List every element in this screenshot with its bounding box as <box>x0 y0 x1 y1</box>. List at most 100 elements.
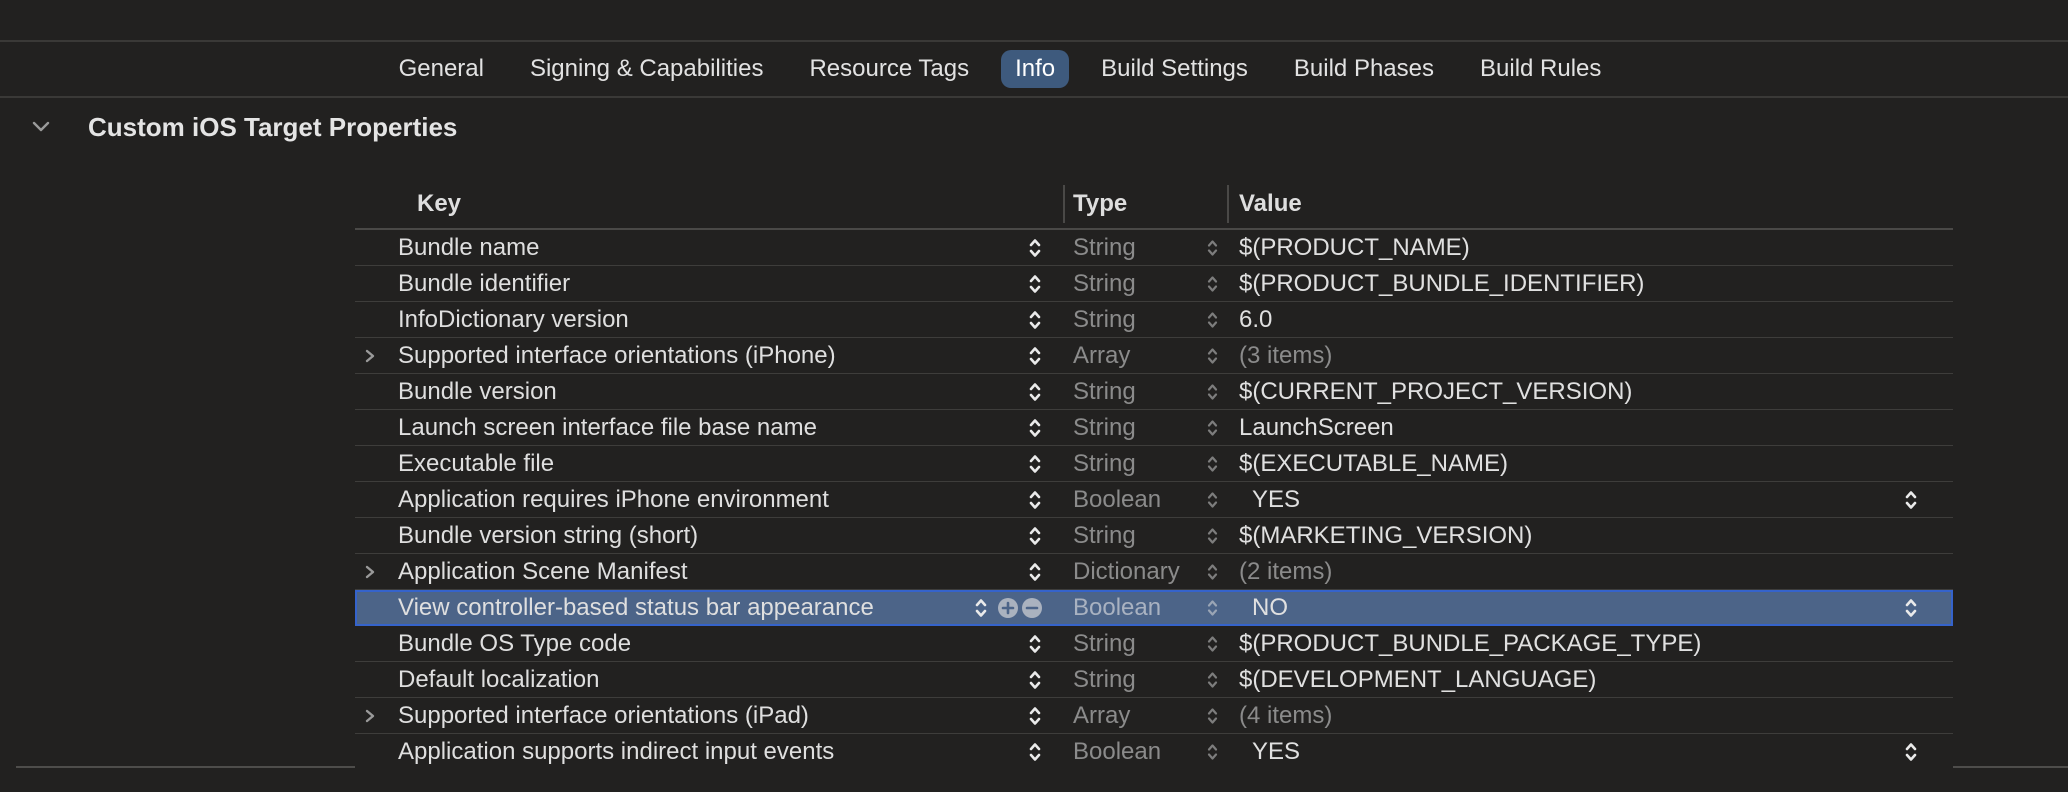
type-label[interactable]: String <box>1073 416 1136 440</box>
table-row[interactable]: InfoDictionary version String 6.0 <box>355 302 1953 338</box>
table-row[interactable]: Application Scene Manifest Dictionary (2… <box>355 554 1953 590</box>
key-popup-updown-icon[interactable] <box>1027 488 1043 512</box>
type-label[interactable]: Boolean <box>1073 488 1161 512</box>
type-label[interactable]: Array <box>1073 704 1130 728</box>
table-row[interactable]: Bundle OS Type code String $(PRODUCT_BUN… <box>355 626 1953 662</box>
type-label[interactable]: String <box>1073 380 1136 404</box>
key-label[interactable]: Application supports indirect input even… <box>398 740 834 764</box>
key-popup-updown-icon[interactable] <box>1027 380 1043 404</box>
value-label[interactable]: YES <box>1252 488 1300 512</box>
key-popup-updown-icon[interactable] <box>1027 344 1043 368</box>
key-popup-updown-icon[interactable] <box>1027 560 1043 584</box>
type-label[interactable]: String <box>1073 668 1136 692</box>
key-label[interactable]: Bundle name <box>398 236 539 260</box>
key-label[interactable]: Bundle identifier <box>398 272 570 296</box>
type-label[interactable]: String <box>1073 236 1136 260</box>
key-popup-updown-icon[interactable] <box>1027 524 1043 548</box>
table-row[interactable]: Launch screen interface file base name S… <box>355 410 1953 446</box>
type-popup-updown-icon[interactable] <box>1205 273 1220 295</box>
type-label[interactable]: String <box>1073 632 1136 656</box>
key-popup-updown-icon[interactable] <box>1027 740 1043 764</box>
key-label[interactable]: Bundle OS Type code <box>398 632 631 656</box>
key-popup-updown-icon[interactable] <box>1027 308 1043 332</box>
tab-build-settings[interactable]: Build Settings <box>1087 50 1262 88</box>
key-label[interactable]: Bundle version <box>398 380 557 404</box>
table-row[interactable]: Supported interface orientations (iPhone… <box>355 338 1953 374</box>
type-popup-updown-icon[interactable] <box>1205 309 1220 331</box>
type-popup-updown-icon[interactable] <box>1205 453 1220 475</box>
type-label[interactable]: Boolean <box>1073 596 1161 620</box>
value-label[interactable]: LaunchScreen <box>1239 416 1394 440</box>
value-label[interactable]: (2 items) <box>1239 560 1332 584</box>
type-popup-updown-icon[interactable] <box>1205 669 1220 691</box>
value-label[interactable]: $(MARKETING_VERSION) <box>1239 524 1532 548</box>
type-label[interactable]: String <box>1073 452 1136 476</box>
remove-row-icon[interactable] <box>1021 597 1043 619</box>
key-popup-updown-icon[interactable] <box>1027 416 1043 440</box>
type-popup-updown-icon[interactable] <box>1205 741 1220 763</box>
value-label[interactable]: NO <box>1252 596 1288 620</box>
key-label[interactable]: Bundle version string (short) <box>398 524 698 548</box>
value-label[interactable]: (4 items) <box>1239 704 1332 728</box>
chevron-down-icon[interactable] <box>30 120 52 134</box>
type-popup-updown-icon[interactable] <box>1205 525 1220 547</box>
type-label[interactable]: Array <box>1073 344 1130 368</box>
key-label[interactable]: Default localization <box>398 668 599 692</box>
value-label[interactable]: (3 items) <box>1239 344 1332 368</box>
table-row[interactable]: Application requires iPhone environment … <box>355 482 1953 518</box>
disclosure-triangle-icon[interactable] <box>363 563 376 581</box>
type-label[interactable]: Boolean <box>1073 740 1161 764</box>
key-popup-updown-icon[interactable] <box>1027 668 1043 692</box>
table-row[interactable]: Bundle identifier String $(PRODUCT_BUNDL… <box>355 266 1953 302</box>
table-row[interactable]: Default localization String $(DEVELOPMEN… <box>355 662 1953 698</box>
table-row[interactable]: Bundle version String $(CURRENT_PROJECT_… <box>355 374 1953 410</box>
type-label[interactable]: String <box>1073 524 1136 548</box>
key-label[interactable]: InfoDictionary version <box>398 308 629 332</box>
value-popup-updown-icon[interactable] <box>1903 488 1919 512</box>
table-row[interactable]: Bundle version string (short) String $(M… <box>355 518 1953 554</box>
table-row[interactable]: View controller-based status bar appeara… <box>355 590 1953 626</box>
table-row[interactable]: Executable file String $(EXECUTABLE_NAME… <box>355 446 1953 482</box>
type-label[interactable]: Dictionary <box>1073 560 1180 584</box>
key-popup-updown-icon[interactable] <box>1027 236 1043 260</box>
type-popup-updown-icon[interactable] <box>1205 345 1220 367</box>
type-popup-updown-icon[interactable] <box>1205 381 1220 403</box>
tab-general[interactable]: General <box>385 50 498 88</box>
type-popup-updown-icon[interactable] <box>1205 705 1220 727</box>
value-label[interactable]: $(PRODUCT_BUNDLE_IDENTIFIER) <box>1239 272 1644 296</box>
key-label[interactable]: Supported interface orientations (iPhone… <box>398 344 836 368</box>
key-label[interactable]: Launch screen interface file base name <box>398 416 817 440</box>
type-popup-updown-icon[interactable] <box>1205 597 1220 619</box>
key-label[interactable]: Application requires iPhone environment <box>398 488 829 512</box>
value-popup-updown-icon[interactable] <box>1903 740 1919 764</box>
type-popup-updown-icon[interactable] <box>1205 633 1220 655</box>
disclosure-triangle-icon[interactable] <box>363 347 376 365</box>
tab-build-rules[interactable]: Build Rules <box>1466 50 1615 88</box>
type-popup-updown-icon[interactable] <box>1205 417 1220 439</box>
value-popup-updown-icon[interactable] <box>1903 596 1919 620</box>
key-label[interactable]: View controller-based status bar appeara… <box>398 596 874 620</box>
key-label[interactable]: Application Scene Manifest <box>398 560 688 584</box>
value-label[interactable]: $(PRODUCT_BUNDLE_PACKAGE_TYPE) <box>1239 632 1701 656</box>
disclosure-triangle-icon[interactable] <box>363 707 376 725</box>
key-popup-updown-icon[interactable] <box>1027 632 1043 656</box>
key-popup-updown-icon[interactable] <box>1027 272 1043 296</box>
tab-resource-tags[interactable]: Resource Tags <box>795 50 983 88</box>
key-label[interactable]: Executable file <box>398 452 554 476</box>
type-popup-updown-icon[interactable] <box>1205 561 1220 583</box>
table-row[interactable]: Supported interface orientations (iPad) … <box>355 698 1953 734</box>
table-row[interactable]: Application supports indirect input even… <box>355 734 1953 770</box>
type-popup-updown-icon[interactable] <box>1205 489 1220 511</box>
key-popup-updown-icon[interactable] <box>1027 452 1043 476</box>
key-label[interactable]: Supported interface orientations (iPad) <box>398 704 809 728</box>
key-popup-updown-icon[interactable] <box>973 596 989 620</box>
tab-info[interactable]: Info <box>1001 50 1069 88</box>
type-popup-updown-icon[interactable] <box>1205 237 1220 259</box>
tab-signing-capabilities[interactable]: Signing & Capabilities <box>516 50 777 88</box>
key-popup-updown-icon[interactable] <box>1027 704 1043 728</box>
type-label[interactable]: String <box>1073 272 1136 296</box>
value-label[interactable]: $(PRODUCT_NAME) <box>1239 236 1470 260</box>
add-row-icon[interactable] <box>997 597 1019 619</box>
type-label[interactable]: String <box>1073 308 1136 332</box>
tab-build-phases[interactable]: Build Phases <box>1280 50 1448 88</box>
